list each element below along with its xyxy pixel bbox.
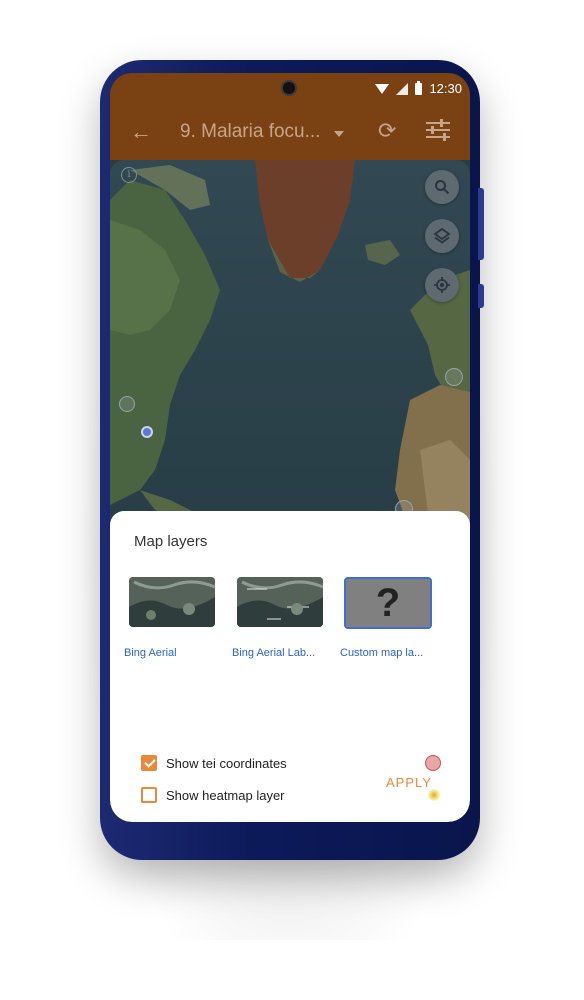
map-marker[interactable] [119, 396, 135, 412]
sync-icon[interactable]: ⟳ [378, 118, 396, 144]
custom-map-thumbnail: ? [344, 577, 432, 629]
status-time: 12:30 [429, 81, 462, 96]
status-bar: 12:30 [110, 73, 470, 105]
map-view[interactable]: i [110, 160, 470, 530]
layers-button[interactable] [425, 219, 459, 253]
info-icon[interactable]: i [121, 167, 137, 183]
filter-icon[interactable] [426, 119, 450, 142]
screen: 12:30 ← 9. Malaria focu... ⟳ i Map layer… [110, 73, 470, 822]
arrow-back-icon[interactable]: ← [130, 119, 152, 145]
signal-icon [396, 82, 409, 95]
phone-frame: 12:30 ← 9. Malaria focu... ⟳ i Map layer… [100, 60, 484, 860]
app-bar: 12:30 ← 9. Malaria focu... ⟳ [110, 73, 470, 160]
aerial-image [237, 577, 323, 627]
aerial-image [129, 577, 215, 627]
heatmap-icon [428, 789, 440, 801]
search-button[interactable] [425, 170, 459, 204]
layer-label: Bing Aerial Lab... [232, 647, 316, 659]
layer-bing-aerial[interactable]: Bing Aerial [124, 577, 215, 659]
chevron-down-icon[interactable] [334, 131, 344, 137]
volume-button [478, 188, 484, 260]
bing-aerial-thumbnail [129, 577, 215, 627]
sheet-title: Map layers [134, 533, 208, 550]
layer-label: Bing Aerial [124, 647, 177, 659]
checkbox-checked[interactable] [141, 755, 157, 771]
toolbar: ← 9. Malaria focu... ⟳ [110, 113, 470, 153]
map-scrim [110, 160, 470, 530]
tei-marker-icon [425, 755, 441, 771]
map-pin[interactable] [141, 426, 153, 438]
wifi-icon [375, 83, 390, 94]
search-icon [435, 180, 450, 195]
map-layers-sheet: Map layers Bing Aerial Bing Aerial Lab..… [110, 511, 470, 822]
status-icons: 12:30 [375, 80, 462, 96]
power-button [478, 284, 484, 308]
layer-label: Custom map la... [340, 647, 424, 659]
camera-cutout [283, 82, 295, 94]
bing-aerial-labels-thumbnail [237, 577, 323, 627]
option-label: Show tei coordinates [166, 755, 287, 771]
checkbox-unchecked[interactable] [141, 787, 157, 803]
layer-custom-map[interactable]: ? Custom map la... [340, 577, 432, 659]
layer-bing-aerial-labels[interactable]: Bing Aerial Lab... [232, 577, 323, 659]
my-location-button[interactable] [425, 268, 459, 302]
my-location-icon [434, 277, 450, 293]
map-marker[interactable] [445, 368, 463, 386]
option-show-heatmap-layer[interactable]: Show heatmap layer [141, 786, 285, 804]
option-label: Show heatmap layer [166, 787, 285, 803]
program-title[interactable]: 9. Malaria focu... [180, 121, 320, 143]
battery-icon [415, 80, 423, 95]
layers-icon [433, 227, 451, 244]
option-show-tei-coordinates[interactable]: Show tei coordinates [141, 754, 287, 772]
apply-button[interactable]: APPLY [386, 775, 432, 790]
